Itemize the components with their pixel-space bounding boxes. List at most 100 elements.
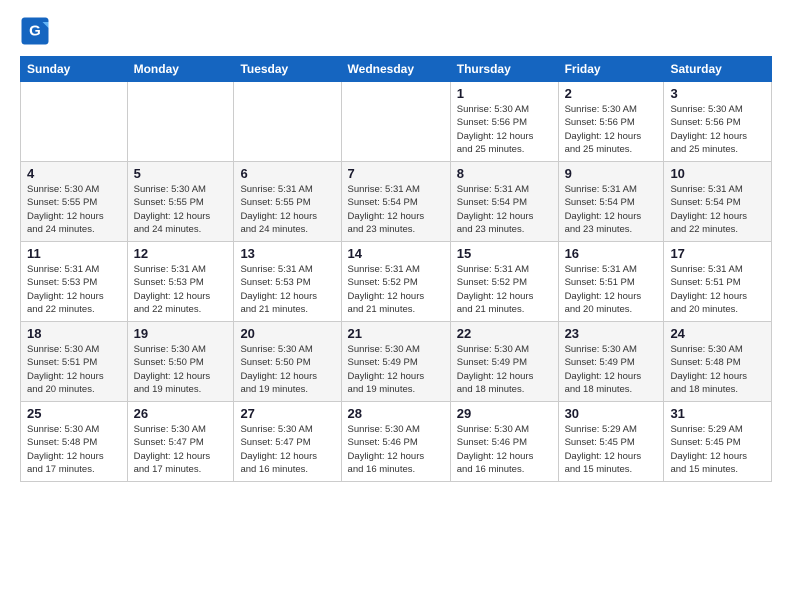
calendar-cell: 8 Sunrise: 5:31 AM Sunset: 5:54 PM Daylig… xyxy=(450,162,558,242)
calendar-cell: 30Sunrise: 5:29 AM Sunset: 5:45 PM Dayli… xyxy=(558,402,664,482)
calendar-cell: 13 Sunrise: 5:31 AM Sunset: 5:53 PM Dayli… xyxy=(234,242,341,322)
day-info: Sunrise: 5:29 AM Sunset: 5:45 PM Dayligh… xyxy=(565,423,658,476)
day-number: 2 xyxy=(565,86,658,101)
day-number: 1 xyxy=(457,86,552,101)
svg-text:G: G xyxy=(29,23,41,40)
day-header-monday: Monday xyxy=(127,57,234,82)
calendar-cell: 2 Sunrise: 5:30 AM Sunset: 5:56 PM Daylig… xyxy=(558,82,664,162)
calendar-cell: 17 Sunrise: 5:31 AM Sunset: 5:51 PM Dayli… xyxy=(664,242,772,322)
day-info: Sunrise: 5:30 AM Sunset: 5:50 PM Dayligh… xyxy=(240,343,334,396)
calendar-cell: 28Sunrise: 5:30 AM Sunset: 5:46 PM Dayli… xyxy=(341,402,450,482)
day-number: 8 xyxy=(457,166,552,181)
day-number: 17 xyxy=(670,246,765,261)
day-info: Sunrise: 5:30 AM Sunset: 5:48 PM Dayligh… xyxy=(670,343,765,396)
calendar-cell: 24 Sunrise: 5:30 AM Sunset: 5:48 PM Dayli… xyxy=(664,322,772,402)
week-row-4: 18 Sunrise: 5:30 AM Sunset: 5:51 PM Dayli… xyxy=(21,322,772,402)
day-number: 10 xyxy=(670,166,765,181)
calendar-cell: 11Sunrise: 5:31 AM Sunset: 5:53 PM Dayli… xyxy=(21,242,128,322)
calendar-cell: 14 Sunrise: 5:31 AM Sunset: 5:52 PM Dayli… xyxy=(341,242,450,322)
day-info: Sunrise: 5:31 AM Sunset: 5:55 PM Dayligh… xyxy=(240,183,334,236)
day-info: Sunrise: 5:30 AM Sunset: 5:51 PM Dayligh… xyxy=(27,343,121,396)
calendar-cell xyxy=(234,82,341,162)
day-number: 15 xyxy=(457,246,552,261)
day-number: 19 xyxy=(134,326,228,341)
day-number: 26 xyxy=(134,406,228,421)
day-number: 29 xyxy=(457,406,552,421)
calendar-cell: 19 Sunrise: 5:30 AM Sunset: 5:50 PM Dayli… xyxy=(127,322,234,402)
day-info: Sunrise: 5:31 AM Sunset: 5:53 PM Dayligh… xyxy=(240,263,334,316)
calendar-cell: 15 Sunrise: 5:31 AM Sunset: 5:52 PM Dayli… xyxy=(450,242,558,322)
day-header-saturday: Saturday xyxy=(664,57,772,82)
day-info: Sunrise: 5:30 AM Sunset: 5:50 PM Dayligh… xyxy=(134,343,228,396)
day-info: Sunrise: 5:31 AM Sunset: 5:51 PM Dayligh… xyxy=(565,263,658,316)
week-row-5: 25 Sunrise: 5:30 AM Sunset: 5:48 PM Dayli… xyxy=(21,402,772,482)
calendar-cell: 9 Sunrise: 5:31 AM Sunset: 5:54 PM Daylig… xyxy=(558,162,664,242)
day-info: Sunrise: 5:31 AM Sunset: 5:52 PM Dayligh… xyxy=(348,263,444,316)
day-info: Sunrise: 5:30 AM Sunset: 5:55 PM Dayligh… xyxy=(134,183,228,236)
day-info: Sunrise: 5:30 AM Sunset: 5:56 PM Dayligh… xyxy=(457,103,552,156)
day-number: 16 xyxy=(565,246,658,261)
calendar-cell: 6 Sunrise: 5:31 AM Sunset: 5:55 PM Daylig… xyxy=(234,162,341,242)
day-info: Sunrise: 5:30 AM Sunset: 5:49 PM Dayligh… xyxy=(565,343,658,396)
calendar-cell: 22 Sunrise: 5:30 AM Sunset: 5:49 PM Dayli… xyxy=(450,322,558,402)
day-number: 7 xyxy=(348,166,444,181)
day-header-wednesday: Wednesday xyxy=(341,57,450,82)
calendar-cell: 18 Sunrise: 5:30 AM Sunset: 5:51 PM Dayli… xyxy=(21,322,128,402)
day-info: Sunrise: 5:30 AM Sunset: 5:48 PM Dayligh… xyxy=(27,423,121,476)
day-info: Sunrise: 5:30 AM Sunset: 5:47 PM Dayligh… xyxy=(134,423,228,476)
calendar-cell: 5 Sunrise: 5:30 AM Sunset: 5:55 PM Daylig… xyxy=(127,162,234,242)
day-header-friday: Friday xyxy=(558,57,664,82)
day-info: Sunrise: 5:30 AM Sunset: 5:46 PM Dayligh… xyxy=(457,423,552,476)
day-info: Sunrise: 5:31 AM Sunset: 5:53 PM Dayligh… xyxy=(134,263,228,316)
calendar-cell: 10Sunrise: 5:31 AM Sunset: 5:54 PM Dayli… xyxy=(664,162,772,242)
day-number: 24 xyxy=(670,326,765,341)
day-number: 21 xyxy=(348,326,444,341)
logo-icon: G xyxy=(20,16,50,46)
calendar-cell: 25 Sunrise: 5:30 AM Sunset: 5:48 PM Dayli… xyxy=(21,402,128,482)
day-header-thursday: Thursday xyxy=(450,57,558,82)
day-info: Sunrise: 5:31 AM Sunset: 5:51 PM Dayligh… xyxy=(670,263,765,316)
day-number: 25 xyxy=(27,406,121,421)
day-number: 12 xyxy=(134,246,228,261)
calendar-table: SundayMondayTuesdayWednesdayThursdayFrid… xyxy=(20,56,772,482)
calendar-cell xyxy=(21,82,128,162)
day-number: 5 xyxy=(134,166,228,181)
day-number: 27 xyxy=(240,406,334,421)
day-number: 9 xyxy=(565,166,658,181)
calendar-cell: 29 Sunrise: 5:30 AM Sunset: 5:46 PM Dayli… xyxy=(450,402,558,482)
day-info: Sunrise: 5:31 AM Sunset: 5:54 PM Dayligh… xyxy=(457,183,552,236)
week-row-3: 11Sunrise: 5:31 AM Sunset: 5:53 PM Dayli… xyxy=(21,242,772,322)
header-row: SundayMondayTuesdayWednesdayThursdayFrid… xyxy=(21,57,772,82)
calendar-cell: 21Sunrise: 5:30 AM Sunset: 5:49 PM Dayli… xyxy=(341,322,450,402)
day-number: 20 xyxy=(240,326,334,341)
day-header-tuesday: Tuesday xyxy=(234,57,341,82)
day-info: Sunrise: 5:30 AM Sunset: 5:46 PM Dayligh… xyxy=(348,423,444,476)
calendar-cell: 31 Sunrise: 5:29 AM Sunset: 5:45 PM Dayli… xyxy=(664,402,772,482)
calendar-cell: 4Sunrise: 5:30 AM Sunset: 5:55 PM Daylig… xyxy=(21,162,128,242)
day-number: 22 xyxy=(457,326,552,341)
day-number: 13 xyxy=(240,246,334,261)
day-info: Sunrise: 5:30 AM Sunset: 5:55 PM Dayligh… xyxy=(27,183,121,236)
day-info: Sunrise: 5:31 AM Sunset: 5:54 PM Dayligh… xyxy=(565,183,658,236)
calendar-cell xyxy=(341,82,450,162)
calendar-cell: 12 Sunrise: 5:31 AM Sunset: 5:53 PM Dayli… xyxy=(127,242,234,322)
day-info: Sunrise: 5:30 AM Sunset: 5:56 PM Dayligh… xyxy=(565,103,658,156)
day-info: Sunrise: 5:30 AM Sunset: 5:49 PM Dayligh… xyxy=(457,343,552,396)
day-info: Sunrise: 5:29 AM Sunset: 5:45 PM Dayligh… xyxy=(670,423,765,476)
day-number: 14 xyxy=(348,246,444,261)
week-row-1: 1 Sunrise: 5:30 AM Sunset: 5:56 PM Daylig… xyxy=(21,82,772,162)
day-number: 6 xyxy=(240,166,334,181)
calendar-cell: 7Sunrise: 5:31 AM Sunset: 5:54 PM Daylig… xyxy=(341,162,450,242)
day-number: 3 xyxy=(670,86,765,101)
calendar-cell: 23Sunrise: 5:30 AM Sunset: 5:49 PM Dayli… xyxy=(558,322,664,402)
day-info: Sunrise: 5:31 AM Sunset: 5:52 PM Dayligh… xyxy=(457,263,552,316)
week-row-2: 4Sunrise: 5:30 AM Sunset: 5:55 PM Daylig… xyxy=(21,162,772,242)
day-number: 31 xyxy=(670,406,765,421)
calendar-cell: 26 Sunrise: 5:30 AM Sunset: 5:47 PM Dayli… xyxy=(127,402,234,482)
calendar-cell: 27Sunrise: 5:30 AM Sunset: 5:47 PM Dayli… xyxy=(234,402,341,482)
calendar-cell xyxy=(127,82,234,162)
day-info: Sunrise: 5:31 AM Sunset: 5:53 PM Dayligh… xyxy=(27,263,121,316)
day-number: 18 xyxy=(27,326,121,341)
page-header: G xyxy=(20,16,772,46)
calendar-cell: 20 Sunrise: 5:30 AM Sunset: 5:50 PM Dayli… xyxy=(234,322,341,402)
